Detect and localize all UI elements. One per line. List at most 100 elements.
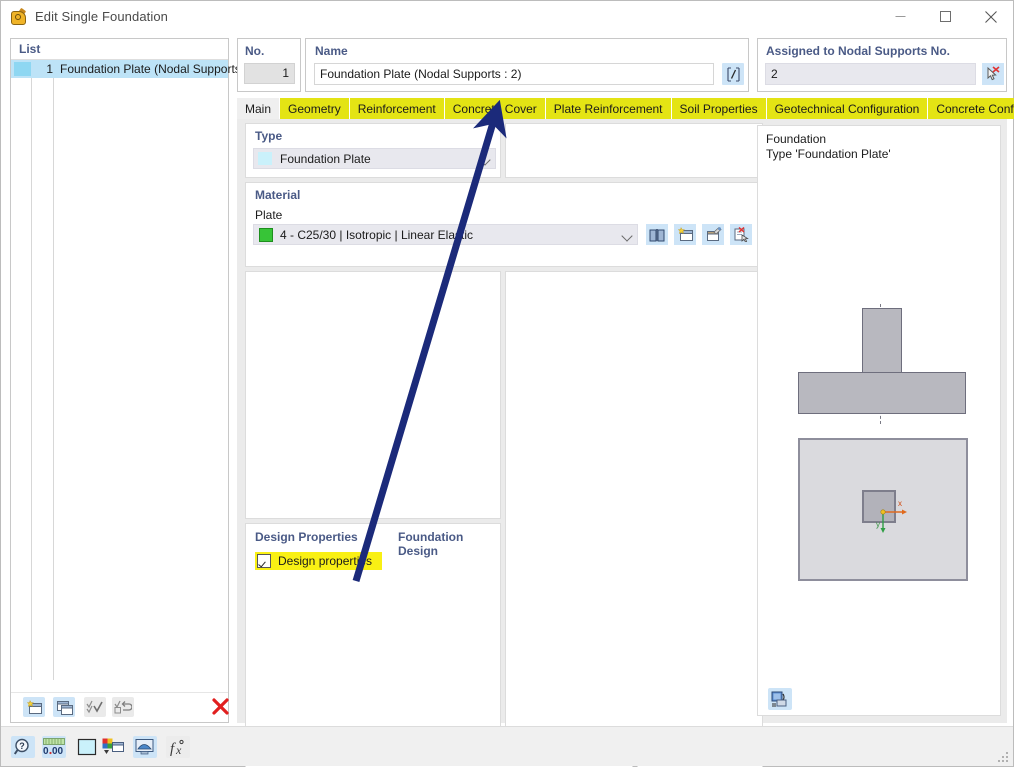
units-decimal-places-icon[interactable]: 0 00 <box>42 736 66 758</box>
material-combo[interactable]: 4 - C25/30 | Isotropic | Linear Elastic <box>253 224 638 245</box>
list-header-label: List <box>19 42 41 56</box>
preview-plate-elevation <box>798 372 966 414</box>
svg-text:y: y <box>876 520 880 529</box>
type-group-label: Type <box>255 129 283 143</box>
name-group: Name Foundation Plate (Nodal Supports : … <box>305 38 749 92</box>
type-side-panel <box>505 123 763 178</box>
number-group: No. 1 <box>237 38 301 92</box>
dialog-body: List 1 Foundation Plate (Nodal Supports … <box>1 32 1014 767</box>
title-bar: Edit Single Foundation <box>1 1 1013 32</box>
design-properties-group: Design Properties Foundation Design Desi… <box>245 523 501 743</box>
delete-material-icon[interactable] <box>730 224 752 245</box>
preview-panel: Foundation Type 'Foundation Plate' x y <box>757 125 1001 716</box>
material-color-swatch <box>259 227 273 242</box>
preview-title-line1: Foundation <box>766 132 827 146</box>
material-plate-label: Plate <box>255 208 283 222</box>
type-combo[interactable]: Foundation Plate <box>253 148 496 169</box>
list-grid-divider <box>31 60 32 680</box>
tab-geometry-label: Geometry <box>288 101 341 116</box>
formula-icon[interactable]: f x <box>166 736 190 758</box>
delete-item-icon[interactable] <box>209 696 231 716</box>
foundation-design-label: Foundation Design <box>398 530 464 558</box>
tab-geotechnical-configuration[interactable]: Geotechnical Configuration <box>766 98 929 119</box>
number-label: No. <box>245 44 265 58</box>
svg-text:x: x <box>175 743 182 756</box>
tab-geotechnical-configuration-label: Geotechnical Configuration <box>774 101 920 116</box>
tab-concrete-configuration[interactable]: Concrete Configuration <box>928 98 1014 119</box>
tab-geometry[interactable]: Geometry <box>280 98 350 119</box>
foundation-app-icon <box>10 7 27 25</box>
material-group: Material Plate 4 - C25/30 | Isotropic | … <box>245 182 763 267</box>
tab-strip: Main Geometry Reinforcement Concrete Cov… <box>237 98 1014 119</box>
type-value: Foundation Plate <box>280 151 371 166</box>
list-item-label: Foundation Plate (Nodal Supports : 2) <box>60 62 262 76</box>
type-color-swatch <box>258 152 272 165</box>
right-empty-panel <box>505 271 763 743</box>
close-icon[interactable] <box>968 1 1013 32</box>
select-all-icon <box>84 697 106 717</box>
tab-reinforcement-label: Reinforcement <box>357 101 436 116</box>
list-item[interactable]: 1 Foundation Plate (Nodal Supports : 2) <box>11 60 261 78</box>
minimize-icon[interactable] <box>878 1 923 32</box>
resize-grip[interactable] <box>998 752 1010 764</box>
list-header: List <box>11 39 228 60</box>
name-input[interactable]: Foundation Plate (Nodal Supports : 2) <box>314 63 714 85</box>
preview-toolbar <box>758 685 1000 715</box>
bottom-bar: ? 0 00 f x <box>1 726 1013 766</box>
svg-text:x: x <box>898 499 902 508</box>
window-controls <box>878 1 1013 32</box>
tab-plate-reinforcement[interactable]: Plate Reinforcement <box>545 98 672 119</box>
maximize-icon[interactable] <box>923 1 968 32</box>
help-search-icon[interactable]: ? <box>11 736 35 758</box>
list-toolbar <box>11 692 231 722</box>
preview-column-plan: x y <box>862 490 907 533</box>
edit-name-icon[interactable] <box>722 63 744 85</box>
tab-concrete-cover[interactable]: Concrete Cover <box>444 98 546 119</box>
view-settings-icon[interactable] <box>133 736 157 758</box>
material-library-icon[interactable] <box>646 224 668 245</box>
list-rows: 1 Foundation Plate (Nodal Supports : 2) <box>11 60 261 78</box>
preview-title-line2: Type 'Foundation Plate' <box>766 147 891 161</box>
svg-text:00: 00 <box>52 746 64 756</box>
preview-plate-plan: x y <box>798 438 968 581</box>
tab-plate-reinforcement-label: Plate Reinforcement <box>553 101 663 116</box>
tab-soil-properties-label: Soil Properties <box>679 101 758 116</box>
new-material-icon[interactable] <box>674 224 696 245</box>
display-properties-icon[interactable] <box>101 736 125 758</box>
preview-render-mode-icon[interactable] <box>768 688 792 710</box>
tab-main[interactable]: Main <box>237 98 281 119</box>
design-properties-label: Design Properties <box>255 530 358 544</box>
copy-item-icon[interactable] <box>53 697 75 717</box>
tab-soil-properties[interactable]: Soil Properties <box>671 98 767 119</box>
svg-text:?: ? <box>19 741 25 751</box>
tab-reinforcement[interactable]: Reinforcement <box>349 98 445 119</box>
assigned-group: Assigned to Nodal Supports No. 2 <box>757 38 1007 92</box>
assigned-input[interactable]: 2 <box>765 63 976 85</box>
number-input[interactable]: 1 <box>244 63 295 84</box>
chevron-down-icon <box>621 230 633 242</box>
design-properties-checkbox-label: Design properties <box>278 554 373 568</box>
type-group: Type Foundation Plate <box>245 123 501 178</box>
tab-concrete-configuration-label: Concrete Configuration <box>936 101 1014 116</box>
list-item-number: 1 <box>46 62 53 76</box>
window-title: Edit Single Foundation <box>35 9 169 24</box>
name-label: Name <box>315 44 348 58</box>
list-panel: List 1 Foundation Plate (Nodal Supports … <box>10 38 261 723</box>
list-item-color-swatch <box>14 62 31 76</box>
invert-selection-icon <box>112 697 134 717</box>
design-properties-checkbox[interactable]: Design properties <box>255 552 383 570</box>
checkbox-checked-icon <box>257 554 271 568</box>
edit-single-foundation-dialog: Edit Single Foundation List 1 Foundation… <box>0 0 1014 767</box>
preview-column-elevation <box>862 308 902 373</box>
svg-text:0: 0 <box>43 746 49 756</box>
list-grid-divider-2 <box>53 60 54 680</box>
chevron-down-icon <box>479 154 491 166</box>
color-swatch-icon[interactable] <box>75 736 99 758</box>
tab-main-label: Main <box>245 101 272 116</box>
edit-material-icon[interactable] <box>702 224 724 245</box>
new-item-icon[interactable] <box>23 697 45 717</box>
material-group-label: Material <box>255 188 301 202</box>
tab-concrete-cover-label: Concrete Cover <box>452 101 537 116</box>
assigned-label: Assigned to Nodal Supports No. <box>766 44 951 58</box>
pick-in-graphic-icon[interactable] <box>982 63 1004 85</box>
